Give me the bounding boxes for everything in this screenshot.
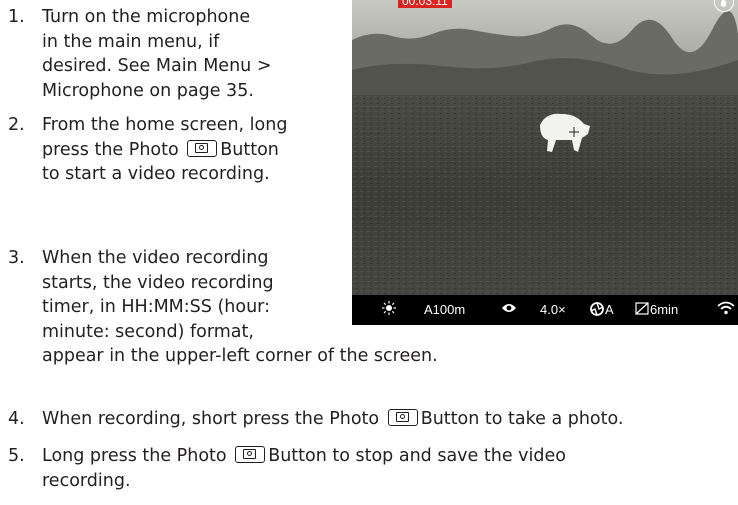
status-bar: A100m 4.0× A 6min [352,295,738,325]
step-number: 2. [8,115,25,135]
step-text: recording. [42,470,131,491]
step-text-line: Long press the Photo Button to stop and … [42,444,566,469]
step-text: press the Photo [42,139,179,160]
camera-button-icon [387,409,418,426]
step-text: When recording, short press the Photo [42,409,380,429]
thermal-scene [352,0,738,300]
step-text: in the main menu, if [42,31,220,52]
step-text: Microphone on page 35. [42,80,254,101]
step-number: 5. [8,446,25,466]
step-number: 1. [8,7,25,27]
zoom-readout: 4.0× [540,302,566,317]
camera-button-icon [235,446,266,463]
camera-button-icon [187,139,218,157]
step-text: Button to take a photo. [420,409,624,429]
recording-timer: 00:03:11 [398,0,452,8]
step-text: Long press the Photo [42,446,227,466]
timeout-readout: 6min [650,302,679,317]
step-text: Button [220,139,279,160]
step-text-line: press the Photo Button [42,138,287,163]
step-text: Turn on the microphone [42,7,251,27]
step-text: to start a video recording. [42,164,270,184]
step-text: appear in the upper-left corner of the s… [42,346,438,366]
mode-readout: A [605,302,614,317]
thermal-scope-view: 00:03:11 A100m 4.0× A 6min [352,0,738,325]
step-text: desired. See Main Menu > [42,56,272,76]
step-number: 4. [8,409,25,429]
step-text: From the home screen, long [42,115,288,135]
step-text: Button to stop and save the video [268,446,566,466]
step-text-line: When recording, short press the Photo Bu… [42,407,623,432]
step-number: 3. [8,248,25,268]
range-readout: A100m [424,302,466,317]
